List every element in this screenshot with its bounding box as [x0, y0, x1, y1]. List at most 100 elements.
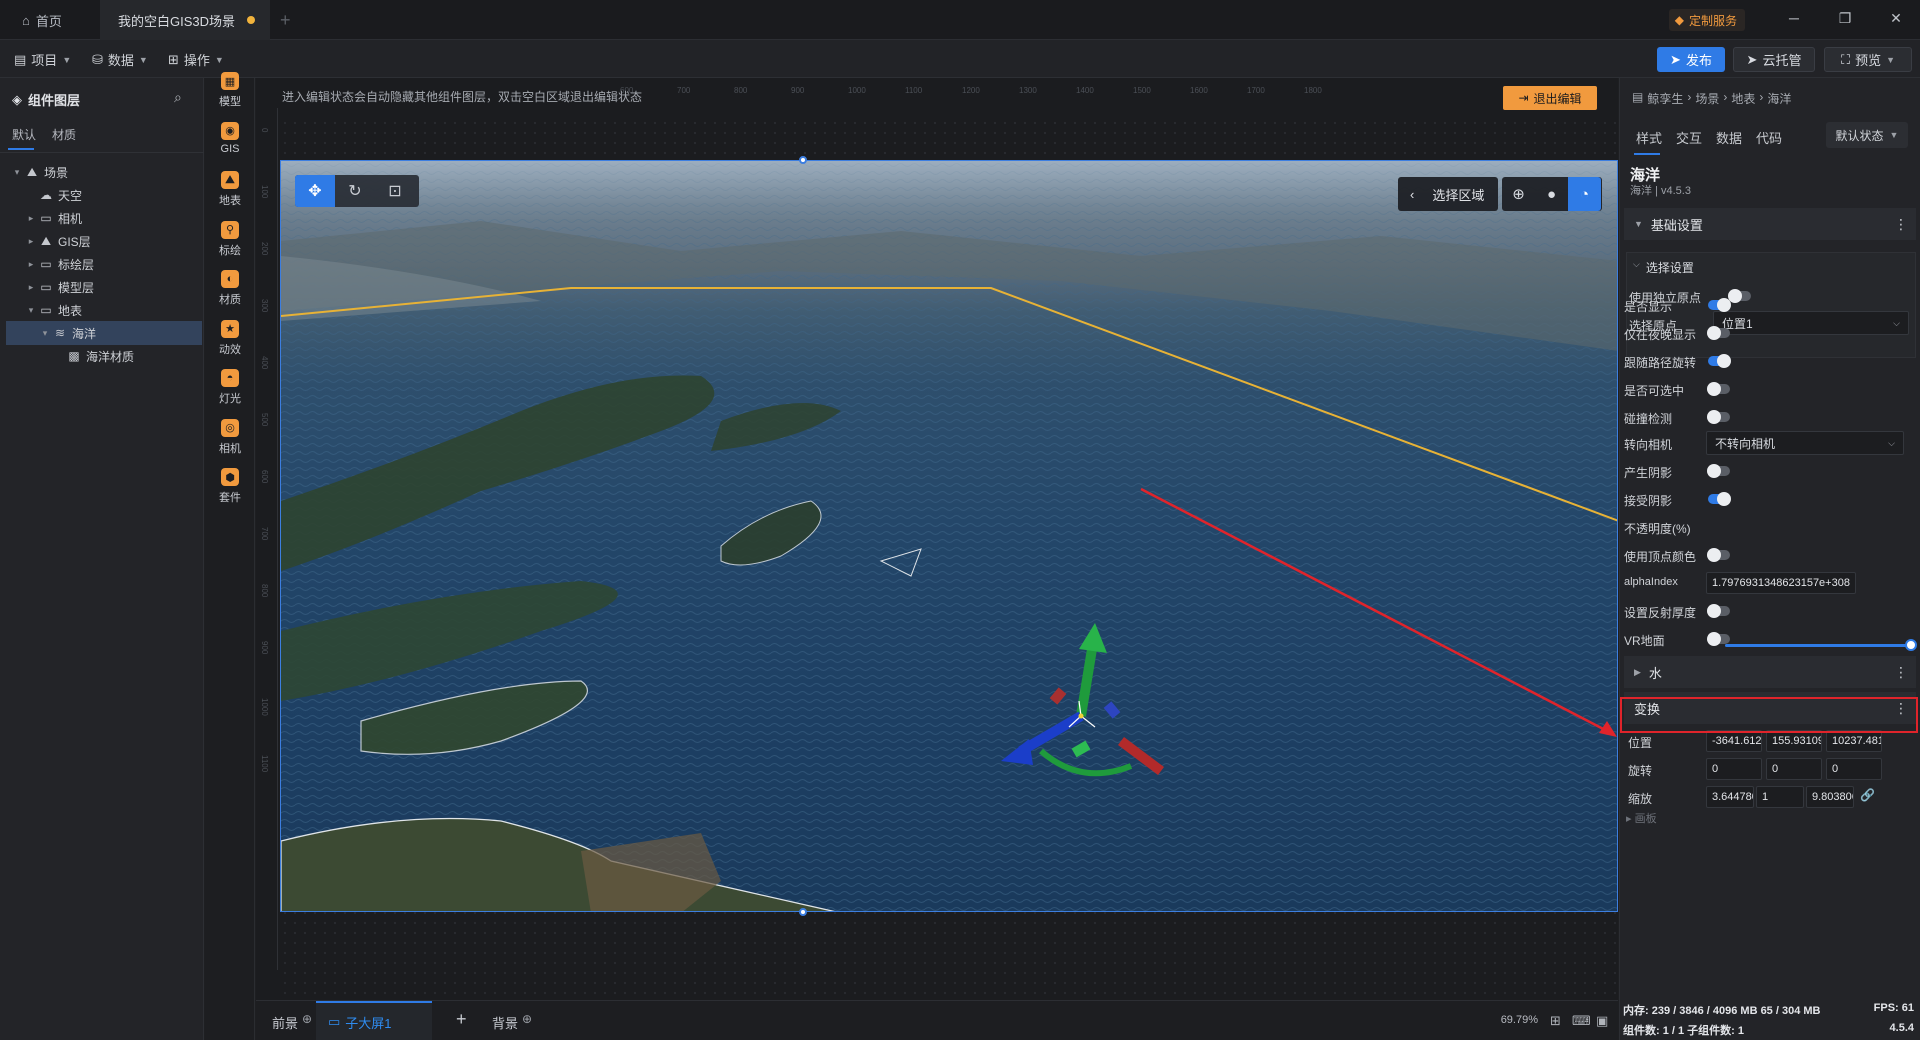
resize-handle-top[interactable]: [799, 156, 807, 164]
scale-z-input[interactable]: 9.803806: [1806, 786, 1854, 808]
more-icon[interactable]: ⋮: [1894, 216, 1908, 233]
property-toggle[interactable]: [1708, 354, 1731, 368]
tree-item[interactable]: ☁ 天空: [6, 183, 202, 207]
position-y-input[interactable]: 155.93109: [1766, 730, 1822, 752]
new-tab-button[interactable]: +: [280, 0, 291, 40]
tree-item[interactable]: ▸ ▭ 标绘层: [6, 252, 202, 276]
orbit-icon[interactable]: ◔: [1568, 177, 1601, 211]
more-icon[interactable]: ⋮: [1894, 664, 1908, 681]
scale-y-input[interactable]: 1: [1756, 786, 1804, 808]
expand-arrow-icon[interactable]: ▸: [24, 236, 38, 247]
tool-item[interactable]: ⚲ 标绘: [205, 220, 255, 273]
rotation-z-input[interactable]: 0: [1826, 758, 1882, 780]
tab-home[interactable]: ⌂ 首页: [22, 0, 62, 40]
keyboard-icon[interactable]: ⌨: [1572, 1013, 1591, 1029]
search-icon[interactable]: ⌕: [174, 89, 182, 106]
breadcrumb-item[interactable]: 鲸孪生: [1647, 90, 1683, 107]
position-x-input[interactable]: -3641.612: [1706, 730, 1762, 752]
tool-item[interactable]: ▦ 模型: [205, 72, 255, 124]
property-toggle[interactable]: [1707, 326, 1730, 340]
menu-data[interactable]: ⛁ 数据 ▼: [92, 50, 148, 69]
expand-arrow-icon[interactable]: ▸: [24, 282, 38, 293]
custom-service-button[interactable]: ◆ 定制服务: [1668, 9, 1745, 31]
section-water[interactable]: ▶ 水 ⋮: [1624, 656, 1916, 688]
property-toggle[interactable]: [1707, 464, 1730, 478]
section-canvas-partial[interactable]: ▸ 画板: [1626, 810, 1657, 826]
property-toggle[interactable]: [1708, 492, 1731, 506]
position-z-input[interactable]: 10237.481: [1826, 730, 1882, 752]
tree-item[interactable]: ▸ ⛰ GIS层: [6, 229, 202, 253]
resize-handle-bottom[interactable]: [799, 908, 807, 916]
face-camera-select[interactable]: 不转向相机 ⌵: [1706, 431, 1904, 455]
opacity-slider-track[interactable]: [1725, 644, 1911, 647]
origin-select[interactable]: 位置1 ⌵: [1713, 311, 1909, 335]
scale-x-input[interactable]: 3.644780: [1706, 786, 1754, 808]
tab-code[interactable]: 代码: [1756, 128, 1782, 147]
foreground-tab[interactable]: 前景 ⊕: [272, 1012, 312, 1032]
tool-item[interactable]: ◉ GIS: [205, 121, 255, 174]
move-icon[interactable]: ✥: [295, 175, 335, 207]
background-tab[interactable]: 背景 ⊕: [492, 1012, 532, 1032]
tab-data[interactable]: 数据: [1716, 128, 1742, 147]
rotate-icon[interactable]: ↻: [335, 175, 375, 207]
tab-default[interactable]: 默认: [12, 126, 36, 143]
vr-ground-toggle[interactable]: [1707, 632, 1730, 646]
property-toggle[interactable]: [1708, 298, 1731, 312]
tab-material[interactable]: 材质: [52, 126, 76, 143]
expand-arrow-icon[interactable]: ▾: [38, 328, 52, 339]
section-select-settings[interactable]: ⌵ 选择设置: [1633, 259, 1694, 276]
terminal-icon[interactable]: ▣: [1596, 1013, 1608, 1029]
tree-item[interactable]: ▾ ▭ 地表: [6, 298, 202, 322]
tool-item[interactable]: ★ 动效: [205, 319, 255, 372]
rotation-x-input[interactable]: 0: [1706, 758, 1762, 780]
rotation-y-input[interactable]: 0: [1766, 758, 1822, 780]
menu-project[interactable]: ▤ 项目 ▼: [14, 50, 71, 69]
state-select[interactable]: 默认状态 ▼: [1826, 122, 1908, 148]
vertex-color-toggle[interactable]: [1707, 548, 1730, 562]
tree-item[interactable]: ▾ ≋ 海洋: [6, 321, 202, 345]
child-screen-tab[interactable]: ▭ 子大屏1: [316, 1001, 432, 1040]
restore-button[interactable]: ❐: [1835, 10, 1855, 27]
3d-viewport[interactable]: ✥ ↻ ⊡ ‹ 选择区域 ⊕ ● ◔: [280, 160, 1618, 912]
add-circle-icon[interactable]: ⊕: [522, 1012, 532, 1026]
tab-style[interactable]: 样式: [1636, 128, 1662, 147]
select-region-button[interactable]: ‹ 选择区域: [1398, 177, 1498, 211]
reflect-toggle[interactable]: [1707, 604, 1730, 618]
tool-item[interactable]: ⬢ 套件: [205, 468, 255, 520]
tree-item[interactable]: ▾ ⛰ 场景: [6, 160, 202, 184]
menu-operate[interactable]: ⊞ 操作 ▼: [168, 50, 224, 69]
section-basic-settings[interactable]: ▼ 基础设置 ⋮: [1624, 208, 1916, 240]
alpha-index-input[interactable]: 1.7976931348623157e+308: [1706, 572, 1856, 594]
tool-item[interactable]: ◓ 灯光: [205, 369, 255, 421]
tool-item[interactable]: ◐ 材质: [205, 270, 255, 322]
use-origin-toggle[interactable]: [1728, 289, 1751, 303]
add-circle-icon[interactable]: ⊕: [302, 1012, 312, 1026]
tool-item[interactable]: ◎ 相机: [205, 418, 255, 471]
preview-button[interactable]: ⛶ 预览 ▼: [1824, 47, 1912, 72]
globe-icon[interactable]: ⊕: [1502, 177, 1535, 211]
exit-edit-button[interactable]: ⇥ 退出编辑: [1503, 86, 1597, 110]
tool-item[interactable]: ⛰ 地表: [205, 171, 255, 223]
expand-arrow-icon[interactable]: ▸: [24, 213, 38, 224]
opacity-slider-handle[interactable]: [1905, 639, 1917, 651]
tree-item[interactable]: ▸ ▭ 模型层: [6, 275, 202, 299]
expand-arrow-icon[interactable]: ▾: [10, 167, 24, 178]
fit-screen-icon[interactable]: ⊞: [1550, 1013, 1561, 1029]
expand-arrow-icon[interactable]: ▾: [24, 305, 38, 316]
breadcrumb-item[interactable]: 场景: [1695, 90, 1719, 107]
add-screen-button[interactable]: +: [456, 1009, 467, 1030]
property-toggle[interactable]: [1707, 382, 1730, 396]
minimize-button[interactable]: ─: [1784, 10, 1804, 26]
expand-arrow-icon[interactable]: ▸: [24, 259, 38, 270]
cloud-host-button[interactable]: ➤ 云托管: [1733, 47, 1815, 72]
breadcrumb-item[interactable]: 地表: [1731, 90, 1755, 107]
tree-item[interactable]: ▸ ▭ 相机: [6, 206, 202, 230]
solid-sphere-icon[interactable]: ●: [1535, 177, 1568, 211]
close-button[interactable]: ✕: [1886, 10, 1906, 27]
tab-scene[interactable]: 我的空白GIS3D场景: [100, 0, 270, 40]
tree-item[interactable]: ▩ 海洋材质: [6, 344, 202, 368]
scale-icon[interactable]: ⊡: [375, 175, 415, 207]
tab-interaction[interactable]: 交互: [1676, 128, 1702, 147]
publish-button[interactable]: ➤ 发布: [1657, 47, 1725, 72]
link-icon[interactable]: 🔗: [1860, 788, 1875, 802]
